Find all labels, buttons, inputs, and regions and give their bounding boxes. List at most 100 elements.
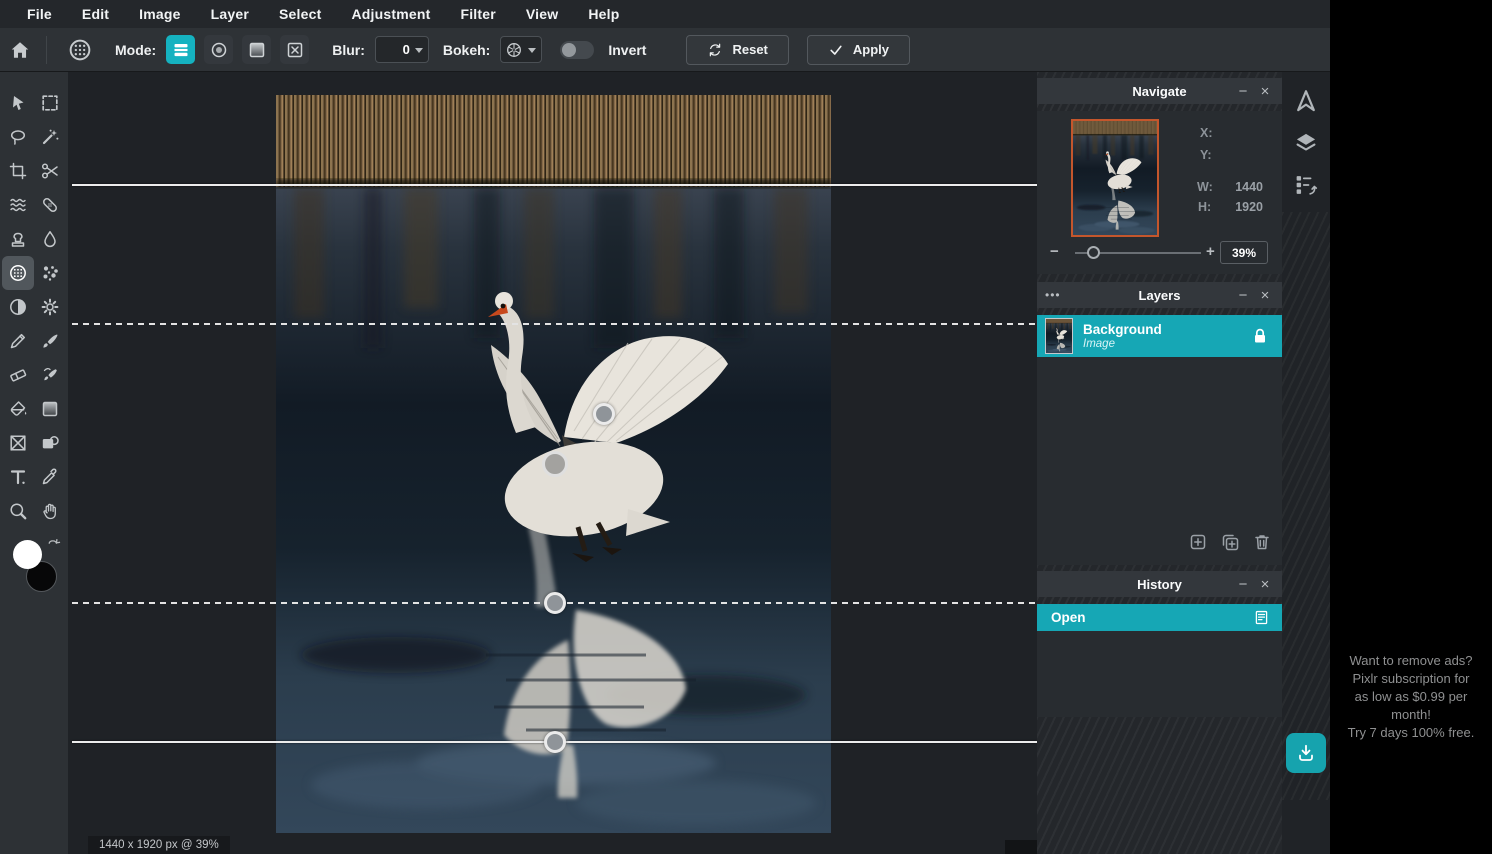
minimize-icon[interactable]: − — [1232, 571, 1254, 597]
invert-toggle[interactable] — [560, 41, 594, 59]
check-icon — [828, 42, 844, 58]
close-icon[interactable]: × — [1254, 571, 1276, 597]
bokeh-select[interactable] — [500, 36, 542, 63]
mode-label: Mode: — [115, 42, 156, 58]
home-button[interactable] — [0, 39, 40, 61]
zoom-slider-handle[interactable] — [1087, 246, 1100, 259]
tone-tool[interactable] — [2, 290, 34, 324]
shape-tool[interactable] — [34, 426, 66, 460]
navigate-panel-toggle-icon[interactable] — [1293, 88, 1319, 114]
focus-rotate-handle[interactable] — [593, 403, 615, 425]
liquify-tool[interactable] — [2, 188, 34, 222]
ad-text: Want to remove ads?Pixlr subscription fo… — [1330, 652, 1492, 742]
lasso-tool[interactable] — [2, 120, 34, 154]
cutout-tool[interactable] — [34, 154, 66, 188]
arrange-tool[interactable] — [2, 86, 34, 120]
x-label: X: — [1200, 126, 1213, 140]
pen-tool[interactable] — [2, 324, 34, 358]
zoom-out-button[interactable]: − — [1050, 243, 1059, 260]
toggle-knob — [562, 43, 576, 57]
zoom-value-input[interactable]: 39% — [1220, 241, 1268, 264]
foreground-color-swatch[interactable] — [13, 540, 42, 569]
panel-separator — [1037, 597, 1282, 604]
layer-row[interactable]: BackgroundImage — [1037, 315, 1282, 357]
clone-tool[interactable] — [2, 222, 34, 256]
menu-item-edit[interactable]: Edit — [67, 6, 124, 22]
eraser-tool[interactable] — [2, 358, 34, 392]
minimize-icon[interactable]: − — [1232, 78, 1254, 104]
history-panel-toggle-icon[interactable] — [1293, 172, 1319, 198]
smudge-tool[interactable] — [34, 358, 66, 392]
duplicate-layer-icon[interactable] — [1220, 532, 1240, 552]
focus-center-handle[interactable] — [542, 451, 568, 477]
detail-tool[interactable] — [34, 290, 66, 324]
focus-inner-bottom-handle[interactable] — [544, 592, 566, 614]
lock-icon[interactable] — [1250, 326, 1270, 346]
close-icon[interactable]: × — [1254, 78, 1276, 104]
hand-tool[interactable] — [34, 494, 66, 528]
h-value: 1920 — [1219, 200, 1263, 214]
reset-button[interactable]: Reset — [686, 35, 788, 65]
swap-colors-icon[interactable] — [46, 536, 62, 552]
menu-item-select[interactable]: Select — [264, 6, 336, 22]
minimize-icon[interactable]: − — [1232, 282, 1254, 308]
apply-button[interactable]: Apply — [807, 35, 910, 65]
navigate-panel-titlebar: Navigate − × — [1037, 78, 1282, 104]
mode-radial-button[interactable] — [204, 35, 233, 64]
marquee-tool[interactable] — [34, 86, 66, 120]
toolbar-divider — [46, 36, 47, 64]
history-item-open[interactable]: Open — [1037, 604, 1282, 631]
ad-line: as low as $0.99 per — [1330, 688, 1492, 706]
focus-outer-line-top[interactable] — [72, 184, 1037, 186]
menu-item-layer[interactable]: Layer — [196, 6, 264, 22]
canvas-area[interactable]: 1440 x 1920 px @ 39% — [68, 72, 1037, 854]
picker-tool[interactable] — [34, 460, 66, 494]
add-layer-icon[interactable] — [1188, 532, 1208, 552]
tool-palette — [0, 72, 68, 854]
layer-thumbnail — [1045, 318, 1073, 354]
color-swatches — [0, 534, 68, 604]
zoom-in-button[interactable]: + — [1206, 243, 1215, 260]
menu-item-filter[interactable]: Filter — [445, 6, 510, 22]
menu-item-file[interactable]: File — [12, 6, 67, 22]
menu-item-view[interactable]: View — [511, 6, 573, 22]
frame-tool[interactable] — [2, 426, 34, 460]
close-icon[interactable]: × — [1254, 282, 1276, 308]
w-label: W: — [1197, 180, 1213, 194]
zoom-tool[interactable] — [2, 494, 34, 528]
text-tool[interactable] — [2, 460, 34, 494]
ad-line: Try 7 days 100% free. — [1330, 724, 1492, 742]
wand-tool[interactable] — [34, 120, 66, 154]
y-label: Y: — [1200, 148, 1212, 162]
mode-gradient-button[interactable] — [242, 35, 271, 64]
focus-inner-line-top[interactable] — [72, 323, 1037, 325]
disperse-tool[interactable] — [34, 256, 66, 290]
menu-item-adjustment[interactable]: Adjustment — [336, 6, 445, 22]
scrollbar-corner — [1005, 840, 1037, 854]
menu-item-image[interactable]: Image — [124, 6, 195, 22]
heal-tool[interactable] — [34, 188, 66, 222]
edge-toolbar — [1282, 0, 1330, 854]
blur-input[interactable]: 0 — [375, 36, 429, 63]
layers-panel-toggle-icon[interactable] — [1293, 130, 1319, 156]
focus-tool[interactable] — [2, 256, 34, 290]
layers-menu-icon[interactable]: ••• — [1045, 282, 1061, 308]
zoom-slider[interactable] — [1075, 252, 1201, 254]
layers-panel: ••• Layers − × BackgroundImage — [1037, 282, 1282, 565]
mode-linear-button[interactable] — [166, 35, 195, 64]
brush-tool[interactable] — [34, 324, 66, 358]
focus-outer-bottom-handle[interactable] — [544, 731, 566, 753]
fill-tool[interactable] — [2, 392, 34, 426]
gradient-tool[interactable] — [34, 392, 66, 426]
menu-item-help[interactable]: Help — [573, 6, 634, 22]
save-download-button[interactable] — [1286, 733, 1326, 773]
chevron-down-icon — [415, 48, 423, 53]
panel-separator — [1037, 104, 1282, 111]
crop-tool[interactable] — [2, 154, 34, 188]
navigate-thumbnail[interactable] — [1071, 119, 1159, 237]
blur-value: 0 — [403, 42, 410, 57]
document-icon — [1253, 609, 1270, 626]
blur-tool[interactable] — [34, 222, 66, 256]
delete-layer-icon[interactable] — [1252, 532, 1272, 552]
mode-none-button[interactable] — [280, 35, 309, 64]
